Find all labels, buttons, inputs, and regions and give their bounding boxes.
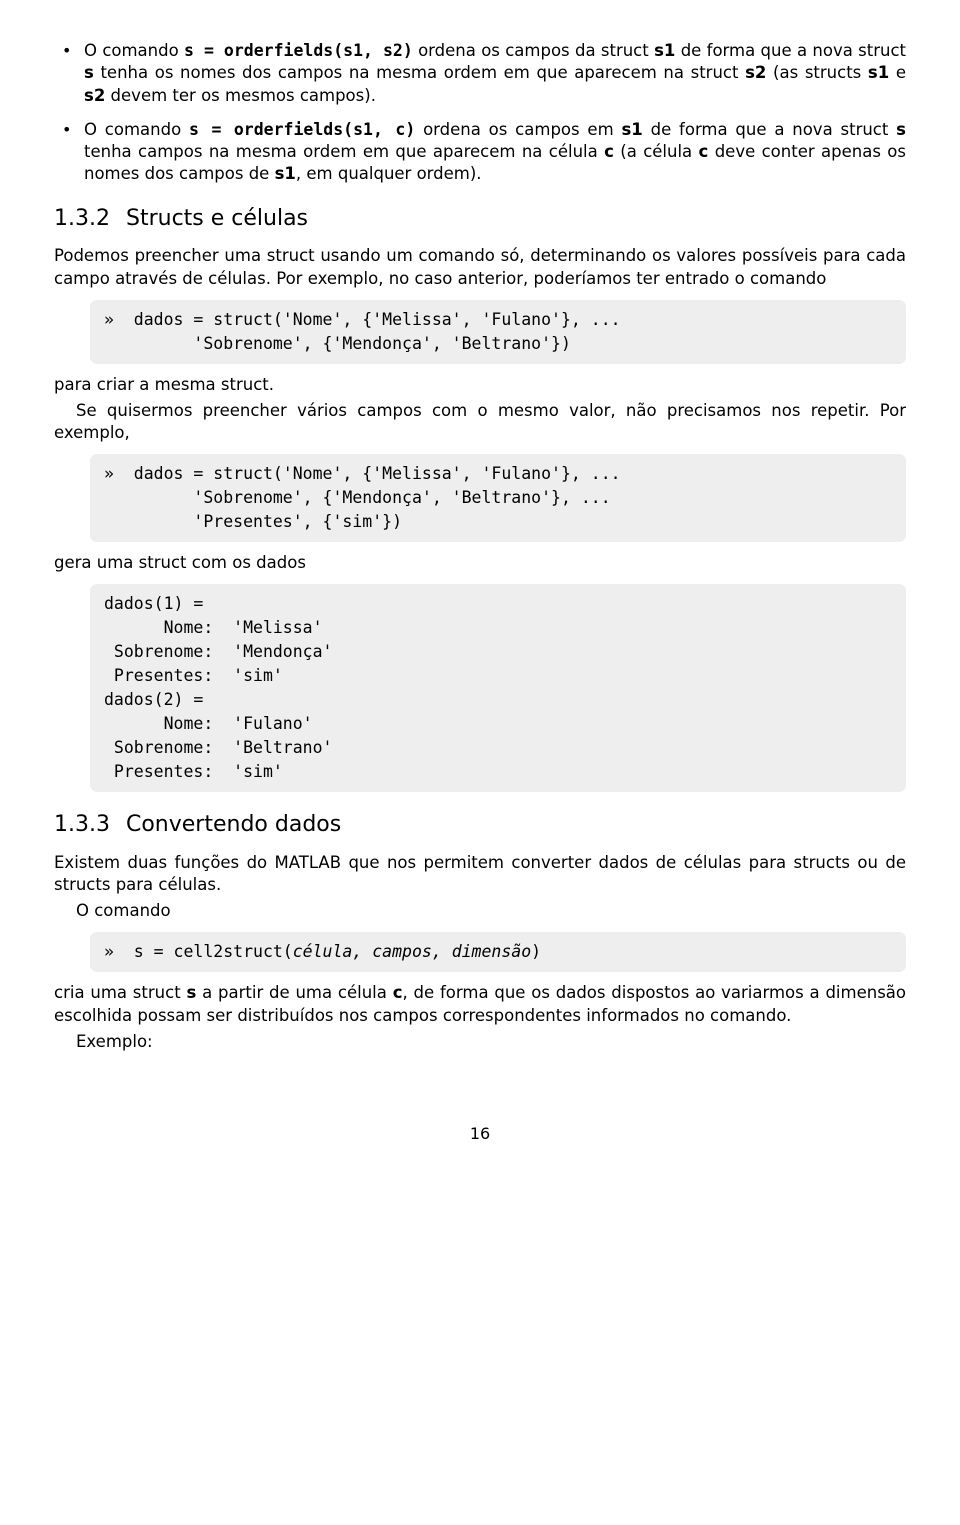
bullet-list: O comando s = orderfields(s1, s2) ordena… [54, 40, 906, 186]
sec133-p2: cria uma struct s a partir de uma célula… [54, 982, 906, 1027]
sec132-p3: gera uma struct com os dados [54, 552, 906, 574]
code-block-4: » s = cell2struct(célula, campos, dimens… [90, 932, 906, 972]
code-block-1: » dados = struct('Nome', {'Melissa', 'Fu… [90, 300, 906, 364]
sec133-p2b: Exemplo: [54, 1031, 906, 1053]
sec132-p2a: para criar a mesma struct. [54, 374, 906, 396]
section-heading-132: 1.3.2 Structs e células [54, 204, 906, 234]
bullet-item-2: O comando s = orderfields(s1, c) ordena … [84, 119, 906, 186]
sec133-p1b: O comando [54, 900, 906, 922]
section-heading-133: 1.3.3 Convertendo dados [54, 810, 906, 840]
code4-post: ) [531, 942, 541, 961]
section-num-132: 1.3.2 [54, 206, 110, 231]
section-num-133: 1.3.3 [54, 812, 110, 837]
code-block-3: dados(1) = Nome: 'Melissa' Sobrenome: 'M… [90, 584, 906, 791]
section-title-132: Structs e células [126, 206, 308, 231]
code4-pre: » s = cell2struct( [104, 942, 293, 961]
bullet-item-1: O comando s = orderfields(s1, s2) ordena… [84, 40, 906, 107]
sec132-p2b: Se quisermos preencher vários campos com… [54, 400, 906, 445]
code4-args: célula, campos, dimensão [293, 942, 531, 961]
bullet1-text: O comando s = orderfields(s1, s2) ordena… [84, 41, 906, 105]
bullet2-text: O comando s = orderfields(s1, c) ordena … [84, 120, 906, 184]
section-title-133: Convertendo dados [126, 812, 341, 837]
sec133-p1: Existem duas funções do MATLAB que nos p… [54, 852, 906, 897]
page-number: 16 [54, 1123, 906, 1145]
sec132-p1: Podemos preencher uma struct usando um c… [54, 245, 906, 290]
code-block-2: » dados = struct('Nome', {'Melissa', 'Fu… [90, 454, 906, 542]
